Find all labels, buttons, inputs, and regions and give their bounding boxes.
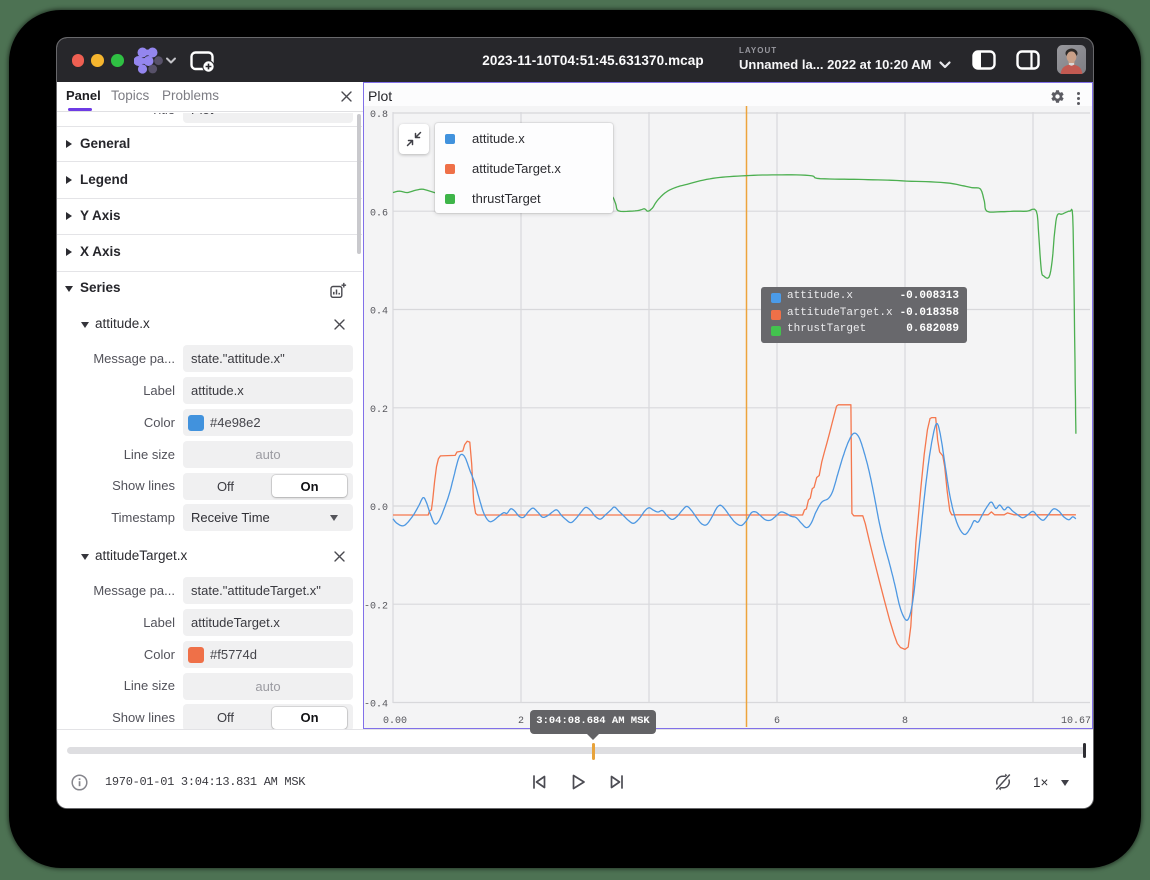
svg-text:0.00: 0.00 bbox=[383, 716, 407, 727]
svg-text:2: 2 bbox=[518, 716, 524, 727]
svg-text:0.8: 0.8 bbox=[370, 110, 388, 121]
svg-text:0.0: 0.0 bbox=[370, 503, 388, 514]
svg-text:0.6: 0.6 bbox=[370, 208, 388, 219]
svg-text:-0.2: -0.2 bbox=[364, 601, 388, 612]
svg-text:10.67: 10.67 bbox=[1061, 716, 1091, 727]
svg-text:0.4: 0.4 bbox=[370, 307, 388, 318]
svg-text:0.2: 0.2 bbox=[370, 405, 388, 416]
svg-text:6: 6 bbox=[774, 716, 780, 727]
svg-text:8: 8 bbox=[902, 716, 908, 727]
svg-text:-0.4: -0.4 bbox=[364, 700, 388, 711]
